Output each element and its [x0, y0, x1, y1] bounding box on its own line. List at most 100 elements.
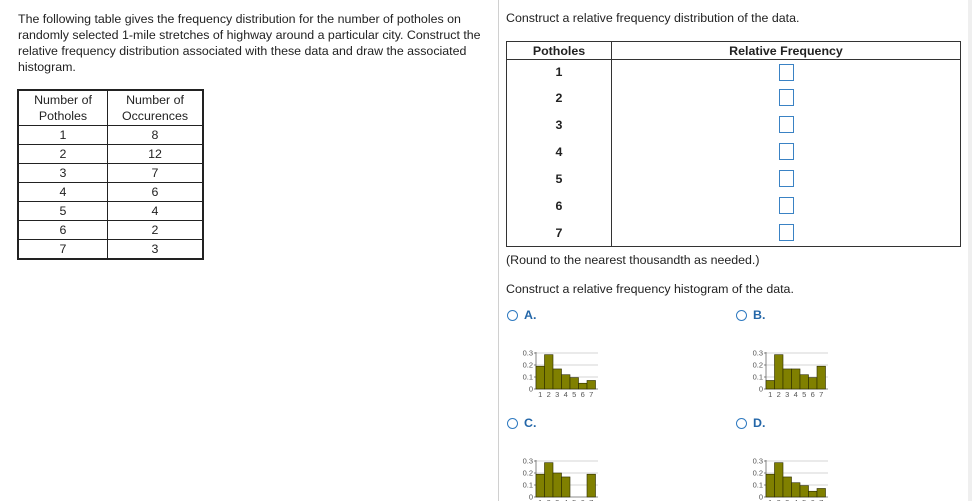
table-row: 6 — [506, 192, 961, 219]
answer-input[interactable] — [779, 224, 794, 241]
table-row: 5 — [506, 165, 961, 192]
relative-frequency-table: Potholes Relative Frequency 1 2 3 4 5 6 … — [506, 41, 961, 247]
answer-input[interactable] — [779, 197, 794, 214]
x-tick-label: 7 — [819, 390, 823, 399]
problem-pane: The following table gives the frequency … — [0, 0, 498, 501]
table-row: 37 — [17, 163, 204, 183]
histogram-bar — [552, 368, 562, 390]
histogram-option-b[interactable]: 0 0.1 0.2 0.3 1 2 3 4 5 6 7 — [739, 345, 839, 403]
x-tick-label: 3 — [555, 390, 559, 399]
table-row: 3 — [506, 111, 961, 138]
histogram-bar — [791, 368, 801, 390]
x-tick-label: 6 — [811, 390, 815, 399]
y-tick-label: 0.2 — [753, 469, 763, 478]
table-row: 73 — [17, 239, 204, 260]
x-tick-label: 4 — [794, 390, 798, 399]
option-a[interactable]: A. — [507, 308, 536, 322]
histogram-bar — [544, 354, 554, 390]
option-d[interactable]: D. — [736, 416, 765, 430]
vertical-scrollbar[interactable] — [968, 0, 972, 501]
x-tick-label: 7 — [589, 390, 593, 399]
answer-input[interactable] — [779, 89, 794, 106]
answer-cell — [612, 138, 961, 165]
cell-potholes: 6 — [17, 220, 108, 240]
histogram-bar — [799, 374, 809, 390]
table-row: 7 — [506, 219, 961, 247]
cell-potholes: 4 — [506, 138, 612, 165]
table-row: 2 12 — [17, 144, 204, 164]
radio-button-icon[interactable] — [736, 417, 747, 429]
y-tick-label: 0 — [759, 493, 763, 501]
x-tick-label: 3 — [785, 390, 789, 399]
histogram-bar — [816, 488, 826, 498]
y-tick-label: 0.1 — [753, 481, 763, 490]
table-row: 18 — [17, 125, 204, 145]
cell-occurences: 8 — [107, 125, 204, 145]
cell-potholes: 7 — [17, 239, 108, 260]
header-potholes: Potholes — [506, 41, 612, 60]
answer-cell — [612, 84, 961, 111]
option-b[interactable]: B. — [736, 308, 765, 322]
y-tick-label: 0.1 — [753, 373, 763, 382]
x-tick-label: 5 — [802, 390, 806, 399]
histogram-bar — [782, 368, 792, 390]
histogram-bar — [816, 365, 826, 390]
histogram-option-d[interactable]: 00.10.20.31234567 — [739, 453, 839, 501]
y-tick-label: 0.3 — [753, 457, 763, 466]
option-label: D. — [753, 416, 766, 430]
header-line: Potholes — [38, 109, 88, 123]
y-tick-label: 0.2 — [523, 469, 533, 478]
histogram-bar — [535, 365, 545, 390]
answer-cell — [612, 219, 961, 247]
histogram-bar — [782, 476, 792, 498]
radio-button-icon[interactable] — [736, 309, 747, 321]
y-tick-label: 0 — [529, 385, 533, 394]
option-c[interactable]: C. — [507, 416, 536, 430]
radio-button-icon[interactable] — [507, 309, 518, 321]
answer-cell — [612, 60, 961, 85]
cell-potholes: 6 — [506, 192, 612, 219]
histogram-bar — [791, 482, 801, 498]
header-relative-frequency: Relative Frequency — [611, 41, 961, 60]
x-tick-label: 2 — [547, 390, 551, 399]
cell-potholes: 2 — [506, 84, 612, 111]
y-tick-label: 0 — [759, 385, 763, 394]
table-row: 4 — [506, 138, 961, 165]
table-row: 2 — [506, 84, 961, 111]
x-tick-label: 2 — [777, 390, 781, 399]
answer-input[interactable] — [779, 143, 794, 160]
cell-potholes: 2 — [17, 144, 108, 164]
histogram-option-a[interactable]: 0 0.1 0.2 0.3 1 2 3 4 5 6 7 — [509, 345, 609, 403]
radio-button-icon[interactable] — [507, 417, 518, 429]
histogram-option-c[interactable]: 00.10.20.31234567 — [509, 453, 609, 501]
cell-potholes: 5 — [17, 201, 108, 221]
cell-occurences: 4 — [107, 201, 204, 221]
table-row: 54 — [17, 201, 204, 221]
table-row: 46 — [17, 182, 204, 202]
y-tick-label: 0 — [529, 493, 533, 501]
header-line: Number of — [34, 93, 92, 107]
answer-input[interactable] — [779, 63, 794, 81]
y-tick-label: 0.1 — [523, 481, 533, 490]
cell-occurences: 2 — [107, 220, 204, 240]
cell-occurences: 12 — [107, 144, 204, 164]
header-potholes: Number of Potholes — [17, 89, 108, 126]
histogram-bar — [535, 473, 545, 498]
cell-potholes: 3 — [506, 111, 612, 138]
answer-input[interactable] — [779, 170, 794, 187]
cell-occurences: 6 — [107, 182, 204, 202]
answer-input[interactable] — [779, 116, 794, 133]
header-occurences: Number of Occurences — [107, 89, 204, 126]
table-row: 62 — [17, 220, 204, 240]
cell-potholes: 1 — [506, 59, 612, 84]
histogram-bar — [561, 476, 571, 498]
header-line: Occurences — [121, 109, 189, 123]
y-tick-label: 0.1 — [523, 373, 533, 382]
header-line: Number of — [126, 93, 184, 107]
answer-cell — [612, 165, 961, 192]
x-tick-label: 1 — [538, 390, 542, 399]
cell-potholes: 4 — [17, 182, 108, 202]
rounding-note: (Round to the nearest thousandth as need… — [506, 253, 760, 267]
table-row: 1 — [506, 59, 961, 85]
answer-cell — [612, 111, 961, 138]
